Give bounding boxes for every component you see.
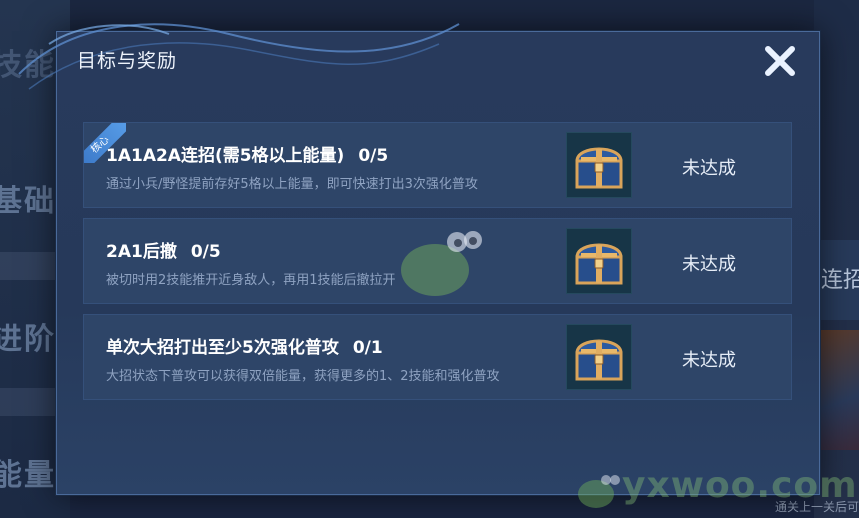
task-card: 单次大招打出至少5次强化普攻 0/1 大招状态下普攻可以获得双倍能量，获得更多的1…	[83, 314, 792, 400]
task-progress: 0/5	[190, 242, 221, 262]
reward-slot[interactable]	[566, 324, 632, 390]
bg-strip	[0, 388, 60, 416]
watermark-text: yxwoo.com	[622, 465, 858, 506]
dialog-title: 目标与奖励	[77, 50, 178, 72]
task-status: 未达成	[682, 254, 736, 275]
task-description: 被切时用2技能推开近身敌人，再用1技能后撤拉开	[106, 273, 396, 288]
task-description: 通过小兵/野怪提前存好5格以上能量，即可快速打出3次强化普攻	[106, 177, 478, 192]
watermark-mascot-icon	[401, 231, 482, 296]
task-card: 核心 1A1A2A连招(需5格以上能量) 0/5 通过小兵/野怪提前存好5格以上能…	[83, 122, 792, 208]
bg-label-energy: 能量	[0, 458, 56, 493]
task-progress: 0/5	[358, 146, 389, 166]
close-button[interactable]	[759, 40, 801, 82]
treasure-chest-icon	[575, 339, 623, 381]
bg-strip	[0, 252, 60, 280]
treasure-chest-icon	[575, 243, 623, 285]
bg-label-basic: 基础	[0, 184, 56, 219]
task-progress: 0/1	[352, 338, 383, 358]
task-title: 2A1后撤 0/5	[106, 242, 221, 262]
task-title: 单次大招打出至少5次强化普攻 0/1	[106, 338, 383, 358]
task-status: 未达成	[682, 158, 736, 179]
bg-label-skill: 技能	[0, 48, 56, 83]
task-title: 1A1A2A连招(需5格以上能量) 0/5	[106, 146, 389, 166]
task-description: 大招状态下普攻可以获得双倍能量，获得更多的1、2技能和强化普攻	[106, 369, 500, 384]
reward-slot[interactable]	[566, 132, 632, 198]
treasure-chest-icon	[575, 147, 623, 189]
bg-label-combo: 连招	[820, 268, 859, 293]
bg-label-advanced: 进阶	[0, 322, 56, 357]
watermark-logo-icon	[578, 475, 620, 508]
close-x-icon	[765, 46, 795, 76]
task-status: 未达成	[682, 350, 736, 371]
hero-portrait	[814, 330, 859, 450]
reward-slot[interactable]	[566, 228, 632, 294]
